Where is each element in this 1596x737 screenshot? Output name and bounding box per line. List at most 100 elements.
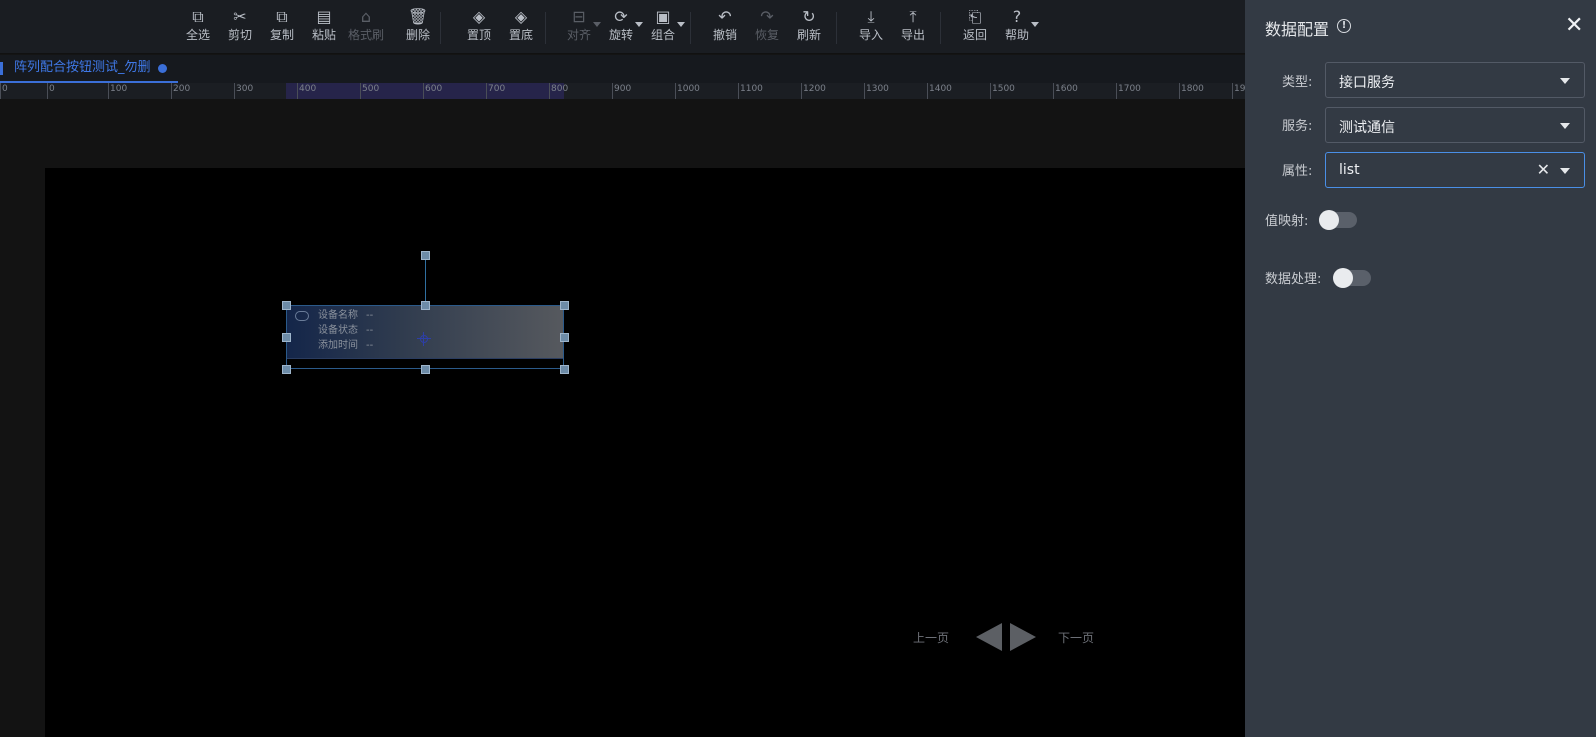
attribute-select-value: list — [1339, 162, 1360, 178]
prev-arrow-icon[interactable] — [976, 623, 1002, 651]
ruler-tick — [864, 83, 865, 99]
ruler-tick-label: 1600 — [1055, 84, 1078, 94]
close-icon[interactable]: ✕ — [1565, 14, 1583, 38]
resize-handle-sw[interactable] — [282, 365, 291, 374]
value-mapping-toggle[interactable] — [1319, 210, 1357, 230]
toolbar: ⧉ 全选 ✂ 剪切 ⧉ 复制 ▤ 粘贴 ⌂ 格式刷 🗑 删除 ◈ 置顶 ◈ 置底 ⊟ 对齐 ⟳ 旋转 ▣ 组合 ↶ 撤销 ↷ 恢复… — [0, 0, 1245, 54]
ruler-tick — [990, 83, 991, 99]
toolbar-button[interactable]: ⌂ 格式刷 — [346, 7, 386, 43]
refresh-icon: ↻ — [802, 7, 816, 26]
next-page-link[interactable]: 下一页 — [1058, 629, 1094, 646]
ruler-tick-label: 1800 — [1181, 84, 1204, 94]
type-select[interactable]: 接口服务 — [1325, 62, 1585, 98]
chevron-down-icon — [1560, 78, 1570, 84]
ruler-tick — [549, 83, 550, 99]
toolbar-button-label: 返回 — [962, 28, 987, 42]
resize-handle-s[interactable] — [421, 365, 430, 374]
ruler-tick-label: 300 — [236, 84, 254, 94]
type-select-value: 接口服务 — [1339, 75, 1395, 91]
rotate-handle[interactable] — [421, 251, 430, 260]
toolbar-button-label: 置底 — [508, 28, 533, 42]
toolbar-button[interactable]: ↻ 刷新 — [789, 7, 829, 43]
data-processing-toggle[interactable] — [1333, 268, 1371, 288]
panel-title: 数据配置 — [1265, 20, 1330, 39]
back-icon: ⎗ — [968, 7, 982, 26]
resize-handle-n[interactable] — [421, 301, 430, 310]
import-icon: ⤓ — [867, 7, 875, 26]
toolbar-button[interactable]: ? 帮助 — [997, 7, 1039, 43]
toolbar-separator — [690, 12, 691, 44]
toolbar-button-label: 旋转 — [608, 28, 633, 42]
toolbar-button[interactable]: ▣ 组合 — [643, 7, 685, 43]
tab-active-page[interactable]: 阵列配合按钮测试_勿删 — [0, 55, 178, 83]
ruler-tick-label: 1400 — [929, 84, 952, 94]
toolbar-button[interactable]: ⤓ 导入 — [851, 7, 891, 43]
toolbar-button[interactable]: ⟳ 旋转 — [601, 7, 643, 43]
ruler-tick — [360, 83, 361, 99]
toolbar-separator — [545, 12, 546, 44]
toggle-knob — [1333, 268, 1353, 288]
toolbar-button-label: 剪切 — [227, 28, 252, 42]
unsaved-dot-icon — [158, 64, 167, 73]
toolbar-button[interactable]: ↷ 恢复 — [747, 7, 787, 43]
ruler-tick-label: 100 — [110, 84, 128, 94]
ruler-tick-label: 800 — [551, 84, 569, 94]
toolbar-button[interactable]: ⤒ 导出 — [893, 7, 933, 43]
toolbar-button-label: 删除 — [405, 28, 430, 42]
toolbar-button[interactable]: ▤ 粘贴 — [304, 7, 344, 43]
tab-edge-marker — [0, 62, 3, 75]
toolbar-button[interactable]: ◈ 置底 — [501, 7, 541, 43]
resize-handle-se[interactable] — [560, 365, 569, 374]
attribute-label: 属性: — [1282, 164, 1313, 179]
center-crosshair-icon[interactable] — [417, 332, 431, 346]
attribute-select[interactable]: list ✕ — [1325, 152, 1585, 188]
resize-handle-nw[interactable] — [282, 301, 291, 310]
chevron-down-icon — [1031, 22, 1039, 27]
toolbar-button[interactable]: ✂ 剪切 — [220, 7, 260, 43]
canvas[interactable] — [45, 168, 1245, 737]
clear-icon[interactable]: ✕ — [1537, 160, 1550, 180]
layers-down-icon: ◈ — [514, 7, 528, 26]
toolbar-button[interactable]: ⎗ 返回 — [955, 7, 995, 43]
toolbar-button[interactable]: 🗑 删除 — [398, 7, 438, 43]
toolbar-button[interactable]: ◈ 置顶 — [459, 7, 499, 43]
chevron-down-icon — [593, 22, 601, 27]
prev-page-link[interactable]: 上一页 — [913, 629, 949, 646]
data-processing-label: 数据处理: — [1265, 272, 1322, 287]
export-icon: ⤒ — [909, 7, 917, 26]
ruler-tick — [927, 83, 928, 99]
next-arrow-icon[interactable] — [1010, 623, 1036, 651]
toolbar-button[interactable]: ↶ 撤销 — [705, 7, 745, 43]
tab-bar: 阵列配合按钮测试_勿删 — [0, 55, 1245, 83]
select-all-icon: ⧉ — [192, 7, 204, 26]
ruler-tick-label: 400 — [299, 84, 317, 94]
toolbar-button-label: 复制 — [269, 28, 294, 42]
copy-icon: ⧉ — [276, 7, 288, 26]
toolbar-button[interactable]: ⧉ 复制 — [262, 7, 302, 43]
format-brush-icon: ⌂ — [360, 7, 372, 26]
resize-handle-ne[interactable] — [560, 301, 569, 310]
service-select[interactable]: 测试通信 — [1325, 107, 1585, 143]
ruler-tick-label: 1300 — [866, 84, 889, 94]
ruler-tick — [486, 83, 487, 99]
toolbar-button-label: 组合 — [650, 28, 675, 42]
ruler-tick — [1179, 83, 1180, 99]
resize-handle-w[interactable] — [282, 333, 291, 342]
paste-icon: ▤ — [316, 7, 332, 26]
toolbar-button[interactable]: ⧉ 全选 — [178, 7, 218, 43]
ruler-tick-label: 1500 — [992, 84, 1015, 94]
redo-icon: ↷ — [760, 7, 774, 26]
resize-handle-e[interactable] — [560, 333, 569, 342]
info-icon[interactable]: ! — [1337, 19, 1351, 33]
ruler-tick — [423, 83, 424, 99]
rotation-handle-line — [425, 256, 426, 306]
ruler-tick-label: 900 — [614, 84, 632, 94]
service-label: 服务: — [1282, 119, 1313, 134]
ruler-tick — [675, 83, 676, 99]
scissors-icon: ✂ — [233, 7, 247, 26]
ruler-tick-label: 1200 — [803, 84, 826, 94]
service-select-value: 测试通信 — [1339, 120, 1395, 136]
data-config-panel: 数据配置 ! ✕ 类型: 接口服务 服务: 测试通信 属性: list ✕ 值映… — [1245, 0, 1596, 737]
ruler-tick — [171, 83, 172, 99]
toolbar-button[interactable]: ⊟ 对齐 — [559, 7, 601, 43]
